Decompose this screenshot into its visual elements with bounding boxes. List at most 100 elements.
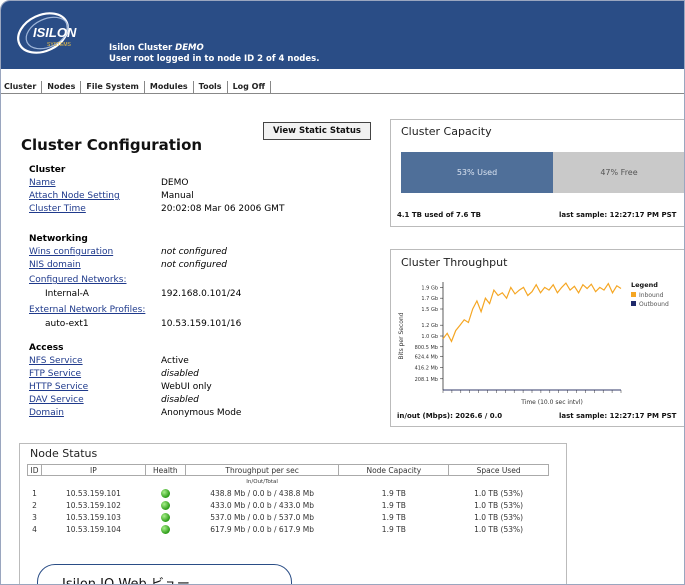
x-axis-label: Time (10.0 sec intvl)	[520, 399, 583, 406]
node-ip: 10.53.159.101	[65, 489, 121, 498]
cluster-prefix: Isilon Cluster	[109, 43, 173, 53]
nav-tools[interactable]: Tools	[194, 81, 228, 94]
internal-a-value: 192.168.0.101/24	[161, 289, 242, 299]
node-health	[145, 524, 185, 536]
nav-file-system[interactable]: File System	[81, 81, 145, 94]
ftp-value: disabled	[161, 369, 199, 379]
node-health	[145, 500, 185, 512]
row-nis: NIS domain not configured	[29, 260, 369, 272]
node-id: 3	[32, 513, 37, 522]
nis-link[interactable]: NIS domain	[29, 260, 81, 270]
wins-link[interactable]: Wins configuration	[29, 247, 113, 257]
nav-log-off[interactable]: Log Off	[228, 81, 271, 94]
throughput-last-sample: last sample: 12:27:17 PM PST	[559, 412, 677, 420]
nav-modules[interactable]: Modules	[145, 81, 194, 94]
node-capacity: 1.9 TB	[381, 513, 406, 522]
node-throughput: 438.8 Mb / 0.0 b / 438.8 Mb	[210, 489, 315, 498]
row-name: Name DEMO	[29, 178, 369, 190]
section-networking: Networking	[29, 234, 88, 244]
node-status-title: Node Status	[30, 447, 98, 460]
capacity-panel: Cluster Capacity 53% Used 47% Free 4.1 T…	[390, 119, 684, 227]
node-id: 2	[32, 501, 37, 510]
throughput-summary: in/out (Mbps): 2026.6 / 0.0	[397, 412, 503, 420]
capacity-free-bar: 47% Free	[553, 152, 684, 193]
configured-networks-link[interactable]: Configured Networks:	[29, 275, 127, 285]
col-throughput: Throughput per sec	[184, 464, 340, 476]
nav-cluster[interactable]: Cluster	[1, 81, 43, 94]
row-http: HTTP Service WebUI only	[29, 382, 369, 394]
y-axis-label: Bits per Second	[398, 312, 405, 359]
cluster-name: DEMO	[175, 43, 204, 53]
row-dav: DAV Service disabled	[29, 395, 369, 407]
node-health	[145, 512, 185, 524]
col-id: ID	[27, 464, 42, 476]
isilon-logo: ISILON SYSTEMS	[17, 12, 77, 54]
dav-link[interactable]: DAV Service	[29, 395, 84, 405]
row-internal-a: Internal-A 192.168.0.101/24	[29, 289, 369, 301]
external-profiles-link[interactable]: External Network Profiles:	[29, 305, 145, 315]
header-info: Isilon Cluster DEMO User root logged in …	[109, 43, 319, 65]
auto-ext1-value: 10.53.159.101/16	[161, 319, 242, 329]
col-ip: IP	[40, 464, 146, 476]
y-tick-label: 624.4 Mb	[415, 354, 438, 360]
node-id: 1	[32, 489, 37, 498]
node-capacity: 1.9 TB	[381, 525, 406, 534]
node-status-table: ID IP Health Throughput per sec Node Cap…	[27, 464, 549, 536]
col-health: Health	[144, 464, 186, 476]
ftp-link[interactable]: FTP Service	[29, 369, 81, 379]
series-line-inbound	[442, 282, 622, 343]
attach-node-value: Manual	[161, 191, 194, 201]
dav-value: disabled	[161, 395, 199, 405]
capacity-last-sample: last sample: 12:27:17 PM PST	[559, 211, 677, 219]
wins-value: not configured	[161, 247, 227, 257]
app-header: ISILON SYSTEMS Isilon Cluster DEMO User …	[1, 1, 684, 69]
name-value: DEMO	[161, 178, 189, 188]
http-value: WebUI only	[161, 382, 212, 392]
table-row: 3 10.53.159.103 537.0 Mb / 0.0 b / 537.0 M…	[28, 512, 549, 524]
y-tick-label: 1.5 Gb	[421, 307, 438, 313]
nav-nodes[interactable]: Nodes	[42, 81, 82, 94]
throughput-title: Cluster Throughput	[401, 256, 508, 269]
row-wins: Wins configuration not configured	[29, 247, 369, 259]
table-row: 2 10.53.159.102 433.0 Mb / 0.0 b / 433.0 M…	[28, 500, 549, 512]
health-ok-icon	[160, 501, 170, 511]
browser-frame: ISILON SYSTEMS Isilon Cluster DEMO User …	[0, 0, 685, 585]
health-ok-icon	[160, 525, 170, 535]
node-id: 4	[32, 525, 37, 534]
row-nfs: NFS Service Active	[29, 356, 369, 368]
row-auto-ext1: auto-ext1 10.53.159.101/16	[29, 319, 369, 331]
row-domain: Domain Anonymous Mode	[29, 408, 369, 420]
y-tick-label: 208.1 Mb	[415, 377, 438, 383]
section-access: Access	[29, 343, 64, 353]
cluster-time-value: 20:02:08 Mar 06 2006 GMT	[161, 204, 285, 214]
row-external-profiles: External Network Profiles:	[29, 305, 369, 317]
y-tick-label: 1.0 Gb	[421, 334, 438, 340]
legend-swatch-inbound	[631, 292, 636, 297]
y-tick-label: 1.2 Gb	[421, 323, 438, 329]
node-throughput: 433.0 Mb / 0.0 b / 433.0 Mb	[210, 501, 315, 510]
health-ok-icon	[160, 489, 170, 499]
capacity-summary: 4.1 TB used of 7.6 TB	[397, 211, 481, 219]
health-ok-icon	[160, 513, 170, 523]
nfs-value: Active	[161, 356, 189, 366]
name-link[interactable]: Name	[29, 178, 56, 188]
node-space-used: 1.0 TB (53%)	[474, 501, 524, 510]
nfs-link[interactable]: NFS Service	[29, 356, 83, 366]
http-link[interactable]: HTTP Service	[29, 382, 88, 392]
cluster-time-link[interactable]: Cluster Time	[29, 204, 86, 214]
y-tick-label: 1.9 Gb	[421, 285, 438, 291]
login-line: User root logged in to node ID 2 of 4 no…	[109, 54, 320, 64]
node-ip: 10.53.159.102	[65, 501, 121, 510]
view-static-status-button[interactable]: View Static Status	[263, 122, 371, 140]
node-health	[145, 488, 185, 500]
table-row: 4 10.53.159.104 617.9 Mb / 0.0 b / 617.9 M…	[28, 524, 549, 536]
page-title: Cluster Configuration	[21, 136, 203, 154]
domain-link[interactable]: Domain	[29, 408, 64, 418]
legend-outbound: Outbound	[639, 301, 669, 308]
nis-value: not configured	[161, 260, 227, 270]
logo-text: ISILON	[33, 25, 77, 40]
y-tick-label: 416.2 Mb	[415, 366, 438, 372]
attach-node-link[interactable]: Attach Node Setting	[29, 191, 120, 201]
legend-swatch-outbound	[631, 301, 636, 306]
row-ftp: FTP Service disabled	[29, 369, 369, 381]
